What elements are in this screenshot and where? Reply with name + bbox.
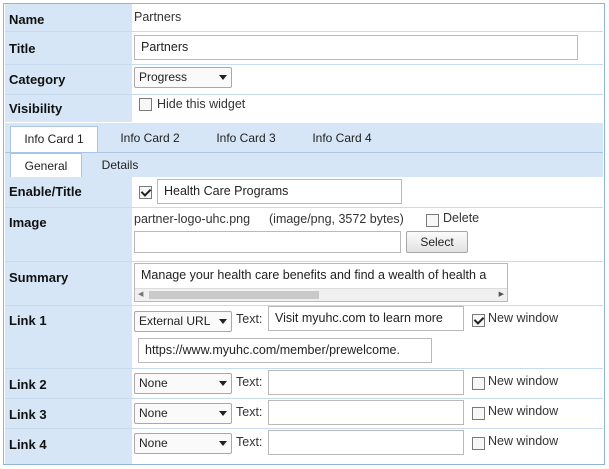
category-label: Category bbox=[9, 72, 66, 87]
chevron-down-icon bbox=[219, 411, 227, 416]
link4-label: Link 4 bbox=[9, 437, 47, 452]
summary-horizontal-scrollbar[interactable]: ◀ ▶ bbox=[135, 288, 507, 301]
link4-text-input[interactable] bbox=[268, 430, 464, 455]
summary-text: Manage your health care benefits and fin… bbox=[141, 268, 487, 282]
select-image-button[interactable]: Select bbox=[406, 231, 468, 253]
category-select[interactable]: Progress bbox=[134, 67, 232, 88]
image-label: Image bbox=[9, 215, 47, 230]
link4-type-select[interactable]: None bbox=[134, 433, 232, 454]
tab-details[interactable]: Details bbox=[86, 153, 154, 177]
link3-label: Link 3 bbox=[9, 407, 47, 422]
link1-url-input[interactable]: https://www.myuhc.com/member/prewelcome. bbox=[138, 338, 432, 363]
link1-label: Link 1 bbox=[9, 313, 47, 328]
link3-text-label: Text: bbox=[236, 405, 263, 419]
tab-general[interactable]: General bbox=[10, 153, 82, 177]
hide-widget-label: Hide this widget bbox=[157, 97, 246, 111]
link3-type-select[interactable]: None bbox=[134, 403, 232, 424]
visibility-label: Visibility bbox=[9, 101, 63, 116]
link3-new-window-checkbox[interactable] bbox=[472, 407, 485, 420]
chevron-down-icon bbox=[219, 381, 227, 386]
category-select-value: Progress bbox=[139, 70, 188, 84]
link2-new-window-label: New window bbox=[488, 374, 559, 388]
scroll-right-icon[interactable]: ▶ bbox=[499, 290, 504, 298]
link4-type-value: None bbox=[139, 436, 168, 450]
summary-label: Summary bbox=[9, 270, 69, 285]
link2-new-window-checkbox[interactable] bbox=[472, 377, 485, 390]
name-label: Name bbox=[9, 12, 45, 27]
card-title-input[interactable]: Health Care Programs bbox=[157, 179, 402, 204]
enable-title-label: Enable/Title bbox=[9, 184, 82, 199]
chevron-down-icon bbox=[219, 75, 227, 80]
link3-type-value: None bbox=[139, 406, 168, 420]
image-meta: (image/png, 3572 bytes) bbox=[269, 212, 404, 226]
name-value: Partners bbox=[134, 10, 182, 24]
link1-type-value: External URL bbox=[139, 314, 211, 328]
widget-editor-panel: Name Partners Title Partners Category Pr… bbox=[3, 3, 605, 465]
scroll-left-icon[interactable]: ◀ bbox=[138, 290, 143, 298]
title-label: Title bbox=[9, 41, 36, 56]
delete-image-label: Delete bbox=[443, 211, 480, 225]
link1-new-window-checkbox[interactable] bbox=[472, 314, 485, 327]
title-input[interactable]: Partners bbox=[134, 35, 578, 60]
tab-info-card-4[interactable]: Info Card 4 bbox=[298, 126, 386, 151]
link1-text-label: Text: bbox=[236, 312, 263, 326]
link2-type-select[interactable]: None bbox=[134, 373, 232, 394]
hide-widget-checkbox[interactable] bbox=[139, 98, 152, 111]
link3-text-input[interactable] bbox=[268, 400, 464, 425]
image-filename: partner-logo-uhc.png bbox=[134, 212, 251, 226]
tab-info-card-2[interactable]: Info Card 2 bbox=[106, 126, 194, 151]
link1-new-window-label: New window bbox=[488, 311, 559, 325]
link1-type-select[interactable]: External URL bbox=[134, 311, 232, 332]
link4-text-label: Text: bbox=[236, 435, 263, 449]
tab-info-card-1[interactable]: Info Card 1 bbox=[10, 126, 98, 152]
link2-text-input[interactable] bbox=[268, 370, 464, 395]
summary-scroll-thumb[interactable] bbox=[149, 291, 319, 299]
chevron-down-icon bbox=[219, 319, 227, 324]
delete-image-checkbox[interactable] bbox=[426, 214, 439, 227]
link4-new-window-checkbox[interactable] bbox=[472, 437, 485, 450]
enable-card-checkbox[interactable] bbox=[139, 186, 152, 199]
summary-textarea[interactable]: Manage your health care benefits and fin… bbox=[134, 263, 508, 302]
tab-info-card-3[interactable]: Info Card 3 bbox=[202, 126, 290, 151]
link4-new-window-label: New window bbox=[488, 434, 559, 448]
link3-new-window-label: New window bbox=[488, 404, 559, 418]
link2-label: Link 2 bbox=[9, 377, 47, 392]
image-upload-field[interactable] bbox=[134, 231, 401, 253]
link1-text-input[interactable]: Visit myuhc.com to learn more bbox=[268, 306, 464, 331]
link2-type-value: None bbox=[139, 376, 168, 390]
link2-text-label: Text: bbox=[236, 375, 263, 389]
chevron-down-icon bbox=[219, 441, 227, 446]
